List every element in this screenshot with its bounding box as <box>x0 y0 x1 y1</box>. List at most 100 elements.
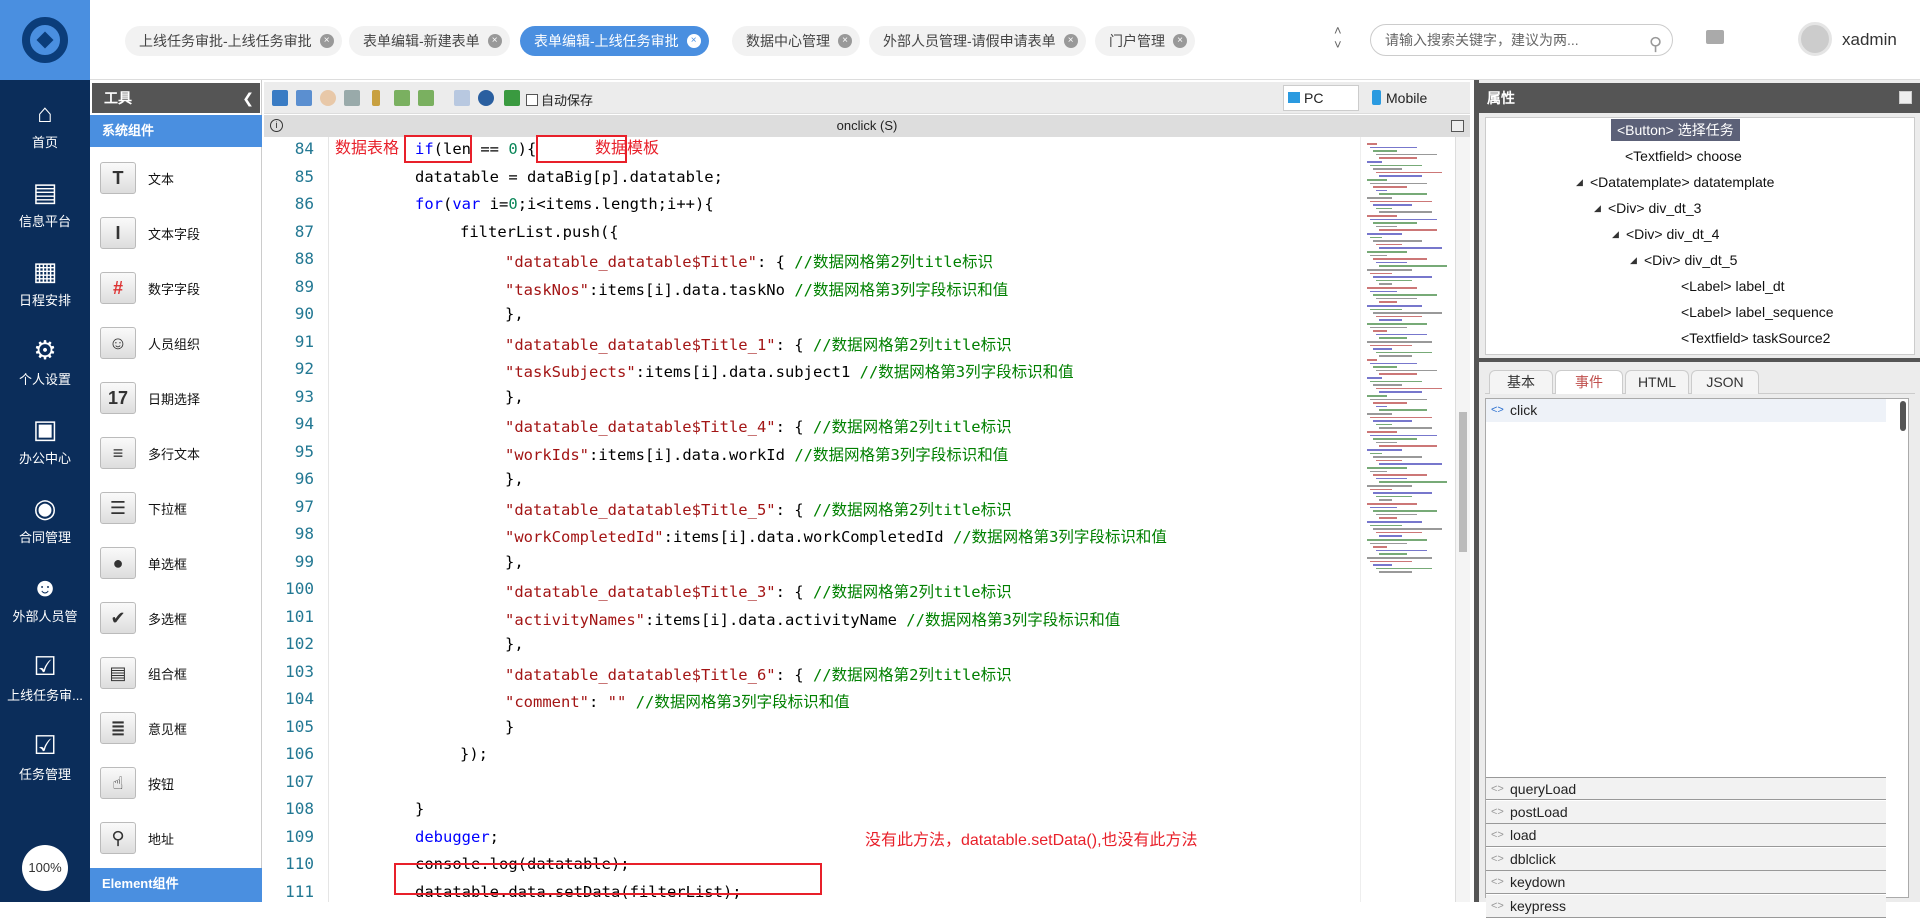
prop-tab-3[interactable]: JSON <box>1691 370 1759 394</box>
maximize-icon[interactable] <box>1899 91 1912 104</box>
expand-icon[interactable]: ◢ <box>1594 203 1601 214</box>
nav-item-7[interactable]: ☑ 上线任务审... <box>0 651 90 704</box>
code-line[interactable]: "datatable_datatable$Title": { //数据网格第2列… <box>505 250 993 272</box>
close-icon[interactable]: × <box>838 34 852 48</box>
tree-node[interactable]: <Div> div_dt_5 <box>1644 249 1737 271</box>
prop-tab-0[interactable]: 基本 <box>1489 370 1553 394</box>
expand-icon[interactable]: ◢ <box>1612 229 1619 240</box>
code-line[interactable]: }); <box>460 745 488 763</box>
autosave-checkbox[interactable]: 自动保存 <box>526 90 593 109</box>
tree-node[interactable]: <Label> label_dt <box>1681 275 1785 297</box>
tab-2[interactable]: 表单编辑-上线任务审批 × <box>520 26 709 56</box>
code-line[interactable]: "workIds":items[i].data.workId //数据网格第3列… <box>505 443 1008 465</box>
tool-item-8[interactable]: ✔ 多选框 <box>100 598 187 638</box>
print-icon[interactable] <box>344 90 360 106</box>
tree-node[interactable]: <Label> label_sequence <box>1681 301 1834 323</box>
info-icon[interactable]: i <box>270 119 283 132</box>
code-line[interactable]: "taskNos":items[i].data.taskNo //数据网格第3列… <box>505 278 1008 300</box>
code-line[interactable]: "datatable_datatable$Title_5": { //数据网格第… <box>505 498 1012 520</box>
code-line[interactable]: "datatable_datatable$Title_6": { //数据网格第… <box>505 663 1012 685</box>
tool-item-4[interactable]: 17 日期选择 <box>100 378 200 418</box>
search-input[interactable]: 请输入搜索关键字，建议为两... ⚲ <box>1370 24 1673 56</box>
tool-item-7[interactable]: ● 单选框 <box>100 543 187 583</box>
message-icon[interactable] <box>1706 30 1724 44</box>
nav-item-4[interactable]: ▣ 办公中心 <box>0 414 90 467</box>
layers-icon[interactable] <box>504 90 520 106</box>
mobile-view-button[interactable]: Mobile <box>1370 86 1427 110</box>
save-as-icon[interactable] <box>296 90 312 106</box>
tool-item-1[interactable]: I 文本字段 <box>100 213 200 253</box>
import-icon[interactable] <box>394 90 410 106</box>
tool-item-12[interactable]: ⚲ 地址 <box>100 818 174 858</box>
tab-5[interactable]: 门户管理 × <box>1095 26 1195 56</box>
tool-item-9[interactable]: ▤ 组合框 <box>100 653 187 693</box>
tool-item-0[interactable]: T 文本 <box>100 158 174 198</box>
avatar[interactable] <box>1798 22 1832 56</box>
close-icon[interactable]: × <box>1173 34 1187 48</box>
code-line[interactable]: "taskSubjects":items[i].data.subject1 //… <box>505 360 1074 382</box>
tree-node[interactable]: <Textfield> taskSource2 <box>1681 327 1830 349</box>
tab-1[interactable]: 表单编辑-新建表单 × <box>349 26 510 56</box>
code-line[interactable]: }, <box>505 553 524 571</box>
nav-item-6[interactable]: ☻ 外部人员管 <box>0 572 90 625</box>
nav-item-1[interactable]: ▤ 信息平台 <box>0 177 90 230</box>
tree-node[interactable]: <Div> div_dt_4 <box>1626 223 1719 245</box>
user-name[interactable]: xadmin <box>1842 30 1897 50</box>
nav-item-3[interactable]: ⚙ 个人设置 <box>0 335 90 388</box>
event-item-click[interactable]: <> click <box>1486 399 1886 422</box>
nav-item-2[interactable]: ▦ 日程安排 <box>0 256 90 309</box>
code-line[interactable]: "workCompletedId":items[i].data.workComp… <box>505 525 1167 547</box>
prop-tab-2[interactable]: HTML <box>1625 370 1689 394</box>
event-item[interactable]: <> keypress <box>1486 895 1886 918</box>
code-line[interactable]: "comment": "" //数据网格第3列字段标识和值 <box>505 690 850 712</box>
close-icon[interactable]: × <box>1063 34 1078 48</box>
close-icon[interactable]: × <box>319 34 334 48</box>
expand-icon[interactable]: ◢ <box>1576 177 1583 188</box>
code-line[interactable]: debugger; <box>415 828 499 846</box>
section-system-components[interactable]: 系统组件 <box>90 115 262 147</box>
tree-node[interactable]: <Textfield> choose <box>1625 145 1742 167</box>
code-line[interactable]: }, <box>505 470 524 488</box>
tab-3[interactable]: 数据中心管理 × <box>732 26 860 56</box>
nav-item-5[interactable]: ◉ 合同管理 <box>0 493 90 546</box>
search-icon[interactable]: ⚲ <box>1649 29 1662 59</box>
code-line[interactable]: for(var i=0;i<items.length;i++){ <box>415 195 714 213</box>
close-icon[interactable]: × <box>686 34 701 48</box>
tree-node[interactable]: <Div> div_dt_6 <box>1644 353 1737 354</box>
pc-view-button[interactable]: PC <box>1283 85 1359 111</box>
code-line[interactable]: }, <box>505 635 524 653</box>
section-element-components[interactable]: Element组件 <box>90 868 262 902</box>
code-line[interactable]: }, <box>505 388 524 406</box>
code-line[interactable]: } <box>505 718 514 736</box>
event-item[interactable]: <> load <box>1486 824 1886 848</box>
tool-item-11[interactable]: ☝ 按钮 <box>100 763 174 803</box>
list-icon[interactable] <box>454 90 470 106</box>
code-line[interactable]: filterList.push({ <box>460 223 619 241</box>
close-icon[interactable]: × <box>487 34 502 48</box>
tool-item-3[interactable]: ☺ 人员组织 <box>100 323 200 363</box>
tree-node[interactable]: <Datatemplate> datatemplate <box>1590 171 1774 193</box>
code-line[interactable]: datatable = dataBig[p].datatable; <box>415 168 723 186</box>
expand-icon[interactable]: ◢ <box>1630 255 1637 266</box>
maximize-icon[interactable] <box>1451 120 1464 132</box>
event-scrollbar[interactable] <box>1900 401 1906 431</box>
export-icon[interactable] <box>418 90 434 106</box>
tab-0[interactable]: 上线任务审批-上线任务审批 × <box>125 26 342 56</box>
save-icon[interactable] <box>272 90 288 106</box>
code-line[interactable]: } <box>415 800 424 818</box>
app-logo[interactable] <box>0 0 90 80</box>
tool-item-10[interactable]: ≣ 意见框 <box>100 708 187 748</box>
tool-item-6[interactable]: ☰ 下拉框 <box>100 488 187 528</box>
help-icon[interactable] <box>478 90 494 106</box>
tree-node[interactable]: <Div> div_dt_3 <box>1608 197 1701 219</box>
nav-item-0[interactable]: ⌂ 首页 <box>0 98 90 151</box>
event-item[interactable]: <> keydown <box>1486 871 1886 895</box>
code-line[interactable]: "datatable_datatable$Title_1": { //数据网格第… <box>505 333 1012 355</box>
code-line[interactable]: "activityNames":items[i].data.activityNa… <box>505 608 1120 630</box>
tab-scroll-arrows[interactable]: ˄ ˅ <box>1334 24 1342 52</box>
code-line[interactable]: }, <box>505 305 524 323</box>
event-item[interactable]: <> queryLoad <box>1486 777 1886 800</box>
tab-4[interactable]: 外部人员管理-请假申请表单 × <box>869 26 1086 56</box>
code-line[interactable]: "datatable_datatable$Title_3": { //数据网格第… <box>505 580 1012 602</box>
nav-item-8[interactable]: ☑ 任务管理 <box>0 730 90 783</box>
